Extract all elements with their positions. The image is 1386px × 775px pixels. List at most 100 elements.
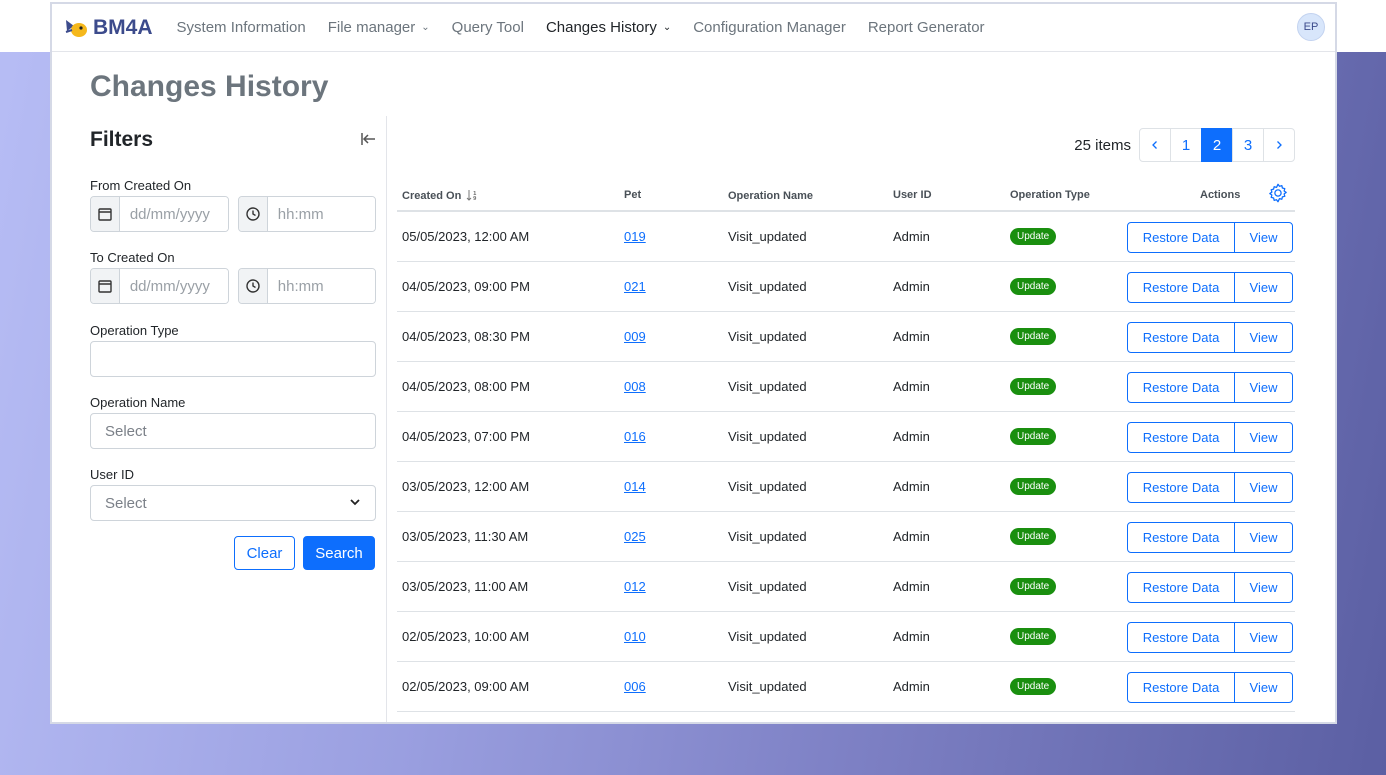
avatar[interactable]: EP — [1297, 13, 1325, 41]
nav-label: Configuration Manager — [693, 19, 846, 36]
view-button[interactable]: View — [1234, 572, 1293, 603]
th-operation-type: Operation Type — [1010, 189, 1090, 201]
nav-system-information[interactable]: System Information — [177, 19, 306, 36]
row-actions: Restore Data View — [1127, 272, 1293, 303]
restore-data-button[interactable]: Restore Data — [1127, 672, 1235, 703]
pet-link[interactable]: 025 — [624, 529, 646, 544]
to-date-input[interactable] — [119, 269, 228, 303]
search-button[interactable]: Search — [303, 536, 375, 570]
nav-file-manager[interactable]: File manager ⌄ — [328, 19, 430, 36]
table-row: 04/05/2023, 08:30 PM 009 Visit_updated A… — [397, 312, 1295, 362]
restore-data-button[interactable]: Restore Data — [1127, 372, 1235, 403]
cell-user-id: Admin — [893, 379, 930, 394]
brand-logo[interactable]: BM4A — [64, 16, 153, 40]
th-created-on[interactable]: Created On 19 — [402, 189, 480, 202]
from-date-group — [90, 196, 229, 232]
restore-data-button[interactable]: Restore Data — [1127, 622, 1235, 653]
operation-type-label: Operation Type — [90, 323, 179, 338]
cell-user-id: Admin — [893, 279, 930, 294]
view-button[interactable]: View — [1234, 272, 1293, 303]
view-button[interactable]: View — [1234, 522, 1293, 553]
collapse-left-icon[interactable] — [360, 132, 376, 151]
cell-created-on: 03/05/2023, 12:00 AM — [402, 479, 530, 494]
restore-data-button[interactable]: Restore Data — [1127, 272, 1235, 303]
sort-icon[interactable]: 19 — [466, 189, 480, 202]
table-row: 03/05/2023, 11:30 AM 025 Visit_updated A… — [397, 512, 1295, 562]
view-button[interactable]: View — [1234, 422, 1293, 453]
cell-user-id: Admin — [893, 529, 930, 544]
app-window: BM4A System Information File manager ⌄ Qu… — [50, 2, 1337, 724]
from-time-input[interactable] — [267, 197, 375, 231]
pet-link[interactable]: 009 — [624, 329, 646, 344]
cell-created-on: 02/05/2023, 10:00 AM — [402, 629, 530, 644]
cell-operation-name: Visit_updated — [728, 379, 807, 394]
filters-title: Filters — [90, 128, 154, 151]
view-button[interactable]: View — [1234, 472, 1293, 503]
view-button[interactable]: View — [1234, 672, 1293, 703]
cell-created-on: 02/05/2023, 09:00 AM — [402, 679, 530, 694]
prev-page-button[interactable] — [1139, 128, 1171, 162]
pet-link[interactable]: 021 — [624, 279, 646, 294]
pet-link[interactable]: 012 — [624, 579, 646, 594]
nav-label: Query Tool — [451, 19, 524, 36]
chevron-down-icon: ⌄ — [421, 22, 430, 33]
restore-data-button[interactable]: Restore Data — [1127, 522, 1235, 553]
clear-button[interactable]: Clear — [234, 536, 295, 570]
table-row: 04/05/2023, 07:00 PM 016 Visit_updated A… — [397, 412, 1295, 462]
status-badge: Update — [1010, 578, 1057, 595]
to-created-label: To Created On — [90, 250, 175, 265]
nav-changes-history[interactable]: Changes History ⌄ — [546, 19, 671, 36]
operation-name-label: Operation Name — [90, 395, 186, 410]
chevron-left-icon — [1152, 141, 1157, 149]
gear-icon[interactable] — [1267, 182, 1289, 209]
view-button[interactable]: View — [1234, 222, 1293, 253]
restore-data-button[interactable]: Restore Data — [1127, 222, 1235, 253]
operation-name-select[interactable]: Select — [90, 413, 376, 449]
operation-name-placeholder: Select — [105, 422, 147, 440]
user-id-select[interactable]: Select — [90, 485, 376, 521]
row-actions: Restore Data View — [1127, 322, 1293, 353]
cell-created-on: 03/05/2023, 11:00 AM — [402, 579, 529, 594]
pet-link[interactable]: 010 — [624, 629, 646, 644]
page-2-button[interactable]: 2 — [1201, 128, 1233, 162]
table-row: 03/05/2023, 12:00 AM 014 Visit_updated A… — [397, 462, 1295, 512]
clock-icon[interactable] — [239, 269, 268, 303]
pet-link[interactable]: 014 — [624, 479, 646, 494]
chevron-down-icon: ⌄ — [662, 22, 672, 33]
restore-data-button[interactable]: Restore Data — [1127, 322, 1235, 353]
pet-link[interactable]: 019 — [624, 229, 646, 244]
svg-text:9: 9 — [473, 196, 477, 201]
calendar-icon[interactable] — [91, 269, 120, 303]
from-date-input[interactable] — [119, 197, 228, 231]
to-date-group — [90, 268, 229, 304]
calendar-icon[interactable] — [91, 197, 120, 231]
to-time-group — [238, 268, 376, 304]
view-button[interactable]: View — [1234, 372, 1293, 403]
to-time-input[interactable] — [267, 269, 375, 303]
view-button[interactable]: View — [1234, 322, 1293, 353]
cell-operation-name: Visit_updated — [728, 629, 807, 644]
page-1-button[interactable]: 1 — [1170, 128, 1202, 162]
next-page-button[interactable] — [1263, 128, 1295, 162]
row-actions: Restore Data View — [1127, 372, 1293, 403]
pet-link[interactable]: 016 — [624, 429, 646, 444]
restore-data-button[interactable]: Restore Data — [1127, 422, 1235, 453]
status-badge: Update — [1010, 228, 1057, 245]
cell-user-id: Admin — [893, 679, 930, 694]
cell-created-on: 04/05/2023, 08:00 PM — [402, 379, 530, 394]
nav-report-generator[interactable]: Report Generator — [868, 19, 985, 36]
page-3-button[interactable]: 3 — [1232, 128, 1264, 162]
restore-data-button[interactable]: Restore Data — [1127, 572, 1235, 603]
restore-data-button[interactable]: Restore Data — [1127, 472, 1235, 503]
cell-user-id: Admin — [893, 629, 930, 644]
nav-configuration-manager[interactable]: Configuration Manager — [693, 19, 846, 36]
status-badge: Update — [1010, 628, 1057, 645]
th-label: Created On — [402, 190, 462, 202]
pet-link[interactable]: 006 — [624, 679, 646, 694]
view-button[interactable]: View — [1234, 622, 1293, 653]
th-pet: Pet — [624, 189, 642, 201]
clock-icon[interactable] — [239, 197, 268, 231]
nav-query-tool[interactable]: Query Tool — [452, 19, 524, 36]
operation-type-input[interactable] — [90, 341, 376, 377]
pet-link[interactable]: 008 — [624, 379, 646, 394]
